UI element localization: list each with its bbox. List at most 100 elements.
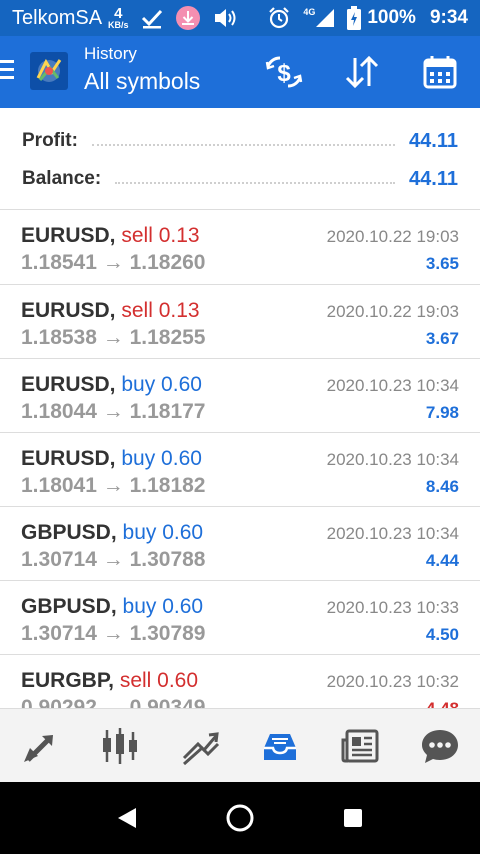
chart-icon (103, 727, 137, 764)
app-logo-icon[interactable] (30, 52, 68, 90)
menu-icon-line (0, 76, 14, 79)
system-navigation-bar (0, 782, 480, 854)
history-icon (264, 733, 296, 760)
trade-prices: 1.18541 → 1.18260 (21, 251, 206, 274)
quotes-icon (24, 734, 53, 762)
balance-value: 44.11 (409, 167, 458, 190)
network-type: 4G (303, 7, 316, 17)
trade-type: sell 0.13 (121, 224, 200, 247)
back-button[interactable] (107, 798, 147, 838)
trade-symbol: EURUSD, sell 0.13 (21, 299, 200, 322)
trade-symbol: EURUSD, buy 0.60 (21, 447, 202, 470)
app-root: TelkomSA 4 KB/s 4G 100% 9:34 History All… (0, 0, 480, 854)
menu-icon-line (0, 68, 14, 71)
trade-row[interactable]: EURUSD, buy 0.60 1.18041 → 1.18182 2020.… (0, 432, 480, 506)
trade-type: buy 0.60 (121, 373, 202, 396)
trade-row[interactable]: EURGBP, sell 0.60 0.90292 → 0.90349 2020… (0, 654, 480, 708)
trade-row[interactable]: GBPUSD, buy 0.60 1.30714 → 1.30789 2020.… (0, 580, 480, 654)
bottom-navigation (0, 708, 480, 782)
network-speed: 4 KB/s (108, 6, 129, 30)
nav-news[interactable] (320, 709, 400, 782)
svg-text:$: $ (277, 60, 291, 87)
app-bar-title-group[interactable]: History All symbols (84, 44, 200, 95)
trade-row[interactable]: EURUSD, sell 0.13 1.18541 → 1.18260 2020… (0, 210, 480, 284)
trade-date: 2020.10.22 19:03 (326, 227, 459, 246)
network-speed-value: 4 (114, 5, 123, 22)
trade-row[interactable]: EURUSD, buy 0.60 1.18044 → 1.18177 2020.… (0, 358, 480, 432)
trade-prices: 1.18538 → 1.18255 (21, 326, 206, 349)
home-circle-icon (226, 804, 254, 832)
trade-prices: 1.30714 → 1.30789 (21, 622, 206, 645)
menu-icon[interactable] (0, 60, 16, 82)
status-right-group: 4G 100% 9:34 (255, 6, 468, 30)
home-button[interactable] (220, 798, 260, 838)
menu-icon-line (0, 60, 14, 63)
sort-button[interactable] (342, 52, 382, 92)
trade-profit: 3.65 (425, 254, 459, 273)
check-icon (141, 7, 163, 29)
profit-value: 44.11 (409, 129, 458, 152)
trade-profit: 3.67 (425, 329, 459, 348)
trade-type: buy 0.60 (121, 447, 202, 470)
download-icon (175, 5, 201, 31)
dotted-leader (91, 144, 396, 146)
news-icon (341, 729, 379, 762)
account-summary: Profit: 44.11 Balance: 44.11 (0, 108, 480, 210)
balance-row: Balance: 44.11 (22, 164, 458, 194)
calendar-icon (423, 56, 457, 89)
battery-icon (347, 6, 362, 30)
trade-profit: 8.46 (425, 477, 459, 496)
trade-history-list[interactable]: EURUSD, sell 0.13 1.18541 → 1.18260 2020… (0, 210, 480, 708)
recents-square-icon (344, 809, 363, 827)
network-speed-unit: KB/s (108, 20, 129, 30)
trade-symbol: EURUSD, buy 0.60 (21, 373, 202, 396)
battery-percent: 100% (367, 7, 416, 28)
trade-date: 2020.10.23 10:32 (326, 672, 459, 691)
chat-icon (422, 729, 458, 763)
sort-arrows-icon (345, 55, 379, 89)
trade-symbol: EURUSD, sell 0.13 (21, 224, 200, 247)
trade-prices: 0.90292 → 0.90349 (21, 696, 206, 708)
screen-title: History (84, 44, 137, 63)
trade-symbol: EURGBP, sell 0.60 (21, 669, 199, 692)
trade-symbol: GBPUSD, buy 0.60 (21, 521, 204, 544)
symbol-filter-title: All symbols (84, 68, 201, 94)
carrier-name: TelkomSA (12, 6, 103, 29)
trade-type: sell 0.60 (119, 669, 199, 692)
trade-row[interactable]: GBPUSD, buy 0.60 1.30714 → 1.30788 2020.… (0, 506, 480, 580)
clock-time: 9:34 (429, 7, 468, 28)
trade-date: 2020.10.23 10:33 (326, 598, 459, 617)
trade-profit: 7.98 (425, 403, 459, 422)
trade-date: 2020.10.23 10:34 (326, 376, 459, 395)
balance-label: Balance: (22, 168, 102, 189)
alarm-icon (267, 6, 291, 30)
trade-profit: 4.44 (425, 551, 459, 570)
currency-exchange-icon: $ (265, 56, 303, 88)
dotted-leader (115, 182, 396, 184)
status-bar: TelkomSA 4 KB/s 4G 100% 9:34 (0, 0, 480, 36)
deposit-withdraw-button[interactable]: $ (264, 52, 304, 92)
trade-type: buy 0.60 (122, 595, 204, 618)
signal-icon: 4G (303, 7, 335, 28)
trade-prices: 1.18044 → 1.18177 (21, 400, 206, 423)
nav-quotes[interactable] (0, 709, 80, 782)
recents-button[interactable] (333, 798, 373, 838)
trade-prices: 1.18041 → 1.18182 (21, 474, 206, 497)
trade-profit: -4.48 (420, 699, 459, 708)
profit-row: Profit: 44.11 (22, 126, 458, 156)
trade-profit: 4.50 (425, 625, 459, 644)
trade-date: 2020.10.23 10:34 (326, 450, 459, 469)
nav-chat[interactable] (400, 709, 480, 782)
nav-chart[interactable] (80, 709, 160, 782)
trade-symbol: GBPUSD, buy 0.60 (21, 595, 204, 618)
trade-type: buy 0.60 (122, 521, 204, 544)
period-button[interactable] (420, 52, 460, 92)
nav-history[interactable] (240, 709, 320, 782)
nav-trade[interactable] (160, 709, 240, 782)
profit-label: Profit: (22, 130, 78, 151)
volume-icon (213, 6, 239, 30)
trade-icon (182, 731, 220, 765)
trade-type: sell 0.13 (121, 299, 200, 322)
trade-row[interactable]: EURUSD, sell 0.13 1.18538 → 1.18255 2020… (0, 284, 480, 358)
trade-prices: 1.30714 → 1.30788 (21, 548, 206, 571)
